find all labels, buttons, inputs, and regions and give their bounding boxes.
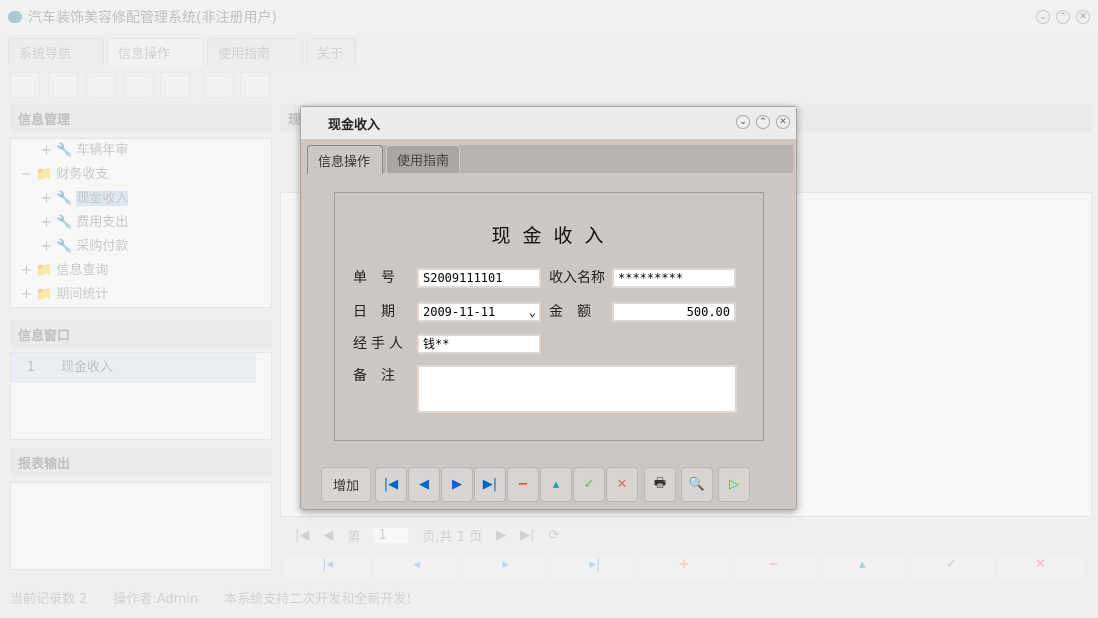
remark-label: 备 注	[353, 368, 395, 384]
number-label: 单 号	[353, 270, 395, 286]
cancel-icon[interactable]: ✕	[996, 557, 1084, 581]
remark-field[interactable]	[417, 365, 737, 413]
first-page-button[interactable]: |◀	[295, 528, 309, 543]
first-record-button[interactable]: |◀	[375, 467, 407, 502]
tree-item[interactable]: + 🔧 费用支出	[11, 211, 271, 235]
last-page-button[interactable]: ▶|	[520, 528, 534, 543]
tree-item[interactable]: + 📁 信息查询	[11, 259, 271, 283]
save-icon[interactable]: ✓	[907, 557, 995, 581]
printer-icon: 🖶	[653, 475, 667, 491]
edit-icon[interactable]: ▴	[818, 557, 906, 581]
document-tool-button[interactable]	[86, 72, 116, 98]
info-window-header: 信息窗口	[10, 320, 272, 348]
run-button[interactable]: ▷	[718, 467, 750, 502]
last-button[interactable]: ▸|	[551, 557, 639, 581]
amount-field[interactable]: 500.00	[612, 302, 736, 322]
minimize-button[interactable]: ⌄	[1036, 10, 1050, 24]
dialog-tab-guide[interactable]: 使用指南	[386, 145, 460, 173]
chevron-down-icon: ⌄	[528, 305, 536, 319]
tab-about[interactable]: 关于	[306, 38, 356, 66]
prev-page-button[interactable]: ◀	[323, 528, 333, 543]
next-record-button[interactable]: ▶	[441, 467, 473, 502]
list-tool-button[interactable]	[48, 72, 78, 98]
window-title: 汽车装饰美容修配管理系统(非注册用户)	[28, 10, 277, 26]
date-label: 日 期	[353, 304, 395, 320]
title-bar: 汽车装饰美容修配管理系统(非注册用户) ⌄ ⌃ ✕	[0, 0, 1098, 34]
info-mgmt-header: 信息管理	[10, 104, 272, 132]
date-select[interactable]: 2009-11-11 ⌄	[417, 302, 541, 322]
tab-info-ops[interactable]: 信息操作	[107, 38, 204, 66]
form-title: 现 金 收 入	[491, 225, 607, 247]
handler-label: 经手人	[353, 336, 407, 352]
tree-item[interactable]: + 🔧 现金收入	[11, 187, 271, 211]
preview-button[interactable]: 🔍	[681, 467, 713, 502]
status-bar: 当前记录数 2 操作者:Admin 本系统支持二次开发和全新开发!	[10, 592, 412, 607]
search-tool-button[interactable]	[10, 72, 40, 98]
list-item[interactable]: 1 现金收入	[11, 353, 256, 383]
delete-record-button[interactable]: −	[507, 467, 539, 502]
prev-record-button[interactable]: ◀	[408, 467, 440, 502]
app-logo-icon	[8, 11, 22, 23]
handler-field[interactable]: 钱**	[417, 334, 541, 354]
number-field[interactable]: S2009111101	[417, 268, 541, 288]
dialog-minimize-button[interactable]: ⌄	[736, 115, 750, 129]
tab-guide[interactable]: 使用指南	[207, 38, 303, 66]
tab-system-nav[interactable]: 系统导航	[8, 38, 104, 66]
maximize-button[interactable]: ⌃	[1056, 10, 1070, 24]
save-record-button[interactable]: ✓	[573, 467, 605, 502]
report-header: 报表输出	[10, 448, 272, 476]
pager: |◀ ◀ 第 1 页,共 1 页 ▶ ▶| ⟳	[295, 528, 560, 545]
dialog-tab-info[interactable]: 信息操作	[307, 145, 383, 174]
prev-button[interactable]: ◂	[373, 557, 461, 581]
dialog-close-button[interactable]: ✕	[776, 115, 790, 129]
form-box: 现 金 收 入 单 号 S2009111101 收入名称 ********* 日…	[334, 192, 764, 441]
nav-tree: + 🔧 车辆年审 − 📁 财务收支 + 🔧 现金收入 + 🔧 费用支出 + 🔧 …	[10, 138, 272, 308]
page-input[interactable]: 1	[374, 528, 409, 543]
cancel-record-button[interactable]: ✕	[606, 467, 638, 502]
delete-icon[interactable]: −	[729, 557, 817, 581]
edit-record-button[interactable]: ▴	[540, 467, 572, 502]
report-box	[10, 482, 272, 570]
grid-nav-buttons: |◂ ◂ ▸ ▸| + − ▴ ✓ ✕	[284, 557, 1084, 581]
info-window-list: 1 现金收入	[10, 352, 272, 440]
user-tool-button[interactable]	[124, 72, 154, 98]
income-name-label: 收入名称	[549, 270, 605, 286]
print-preview-icon: 🔍	[688, 477, 706, 492]
last-record-button[interactable]: ▶|	[474, 467, 506, 502]
dialog-maximize-button[interactable]: ⌃	[756, 115, 770, 129]
next-page-button[interactable]: ▶	[496, 528, 506, 543]
tree-item[interactable]: − 📁 财务收支	[11, 163, 271, 187]
first-button[interactable]: |◂	[284, 557, 372, 581]
tree-item[interactable]: + 🔧 采购付款	[11, 235, 271, 259]
amount-label: 金 额	[549, 304, 591, 320]
dialog-title-bar: 现金收入 ⌄ ⌃ ✕	[301, 107, 796, 139]
screen-tool-button[interactable]	[160, 72, 190, 98]
close-button[interactable]: ✕	[1076, 10, 1090, 24]
next-button[interactable]: ▸	[462, 557, 550, 581]
window-tool-button[interactable]	[240, 72, 270, 98]
refresh-icon[interactable]: ⟳	[548, 528, 559, 543]
add-button[interactable]: 增加	[321, 467, 371, 502]
income-name-field[interactable]: *********	[612, 268, 736, 288]
print-button[interactable]: 🖶	[644, 467, 676, 502]
play-icon: ▷	[729, 477, 739, 492]
tree-item[interactable]: + 🔧 车辆年审	[11, 139, 271, 163]
export-tool-button[interactable]	[204, 72, 234, 98]
cash-income-dialog: 现金收入 ⌄ ⌃ ✕ 信息操作 使用指南 现 金 收 入 单 号 S200911…	[300, 106, 797, 510]
tree-item[interactable]: + 📁 期间统计	[11, 283, 271, 307]
add-icon[interactable]: +	[640, 557, 728, 581]
